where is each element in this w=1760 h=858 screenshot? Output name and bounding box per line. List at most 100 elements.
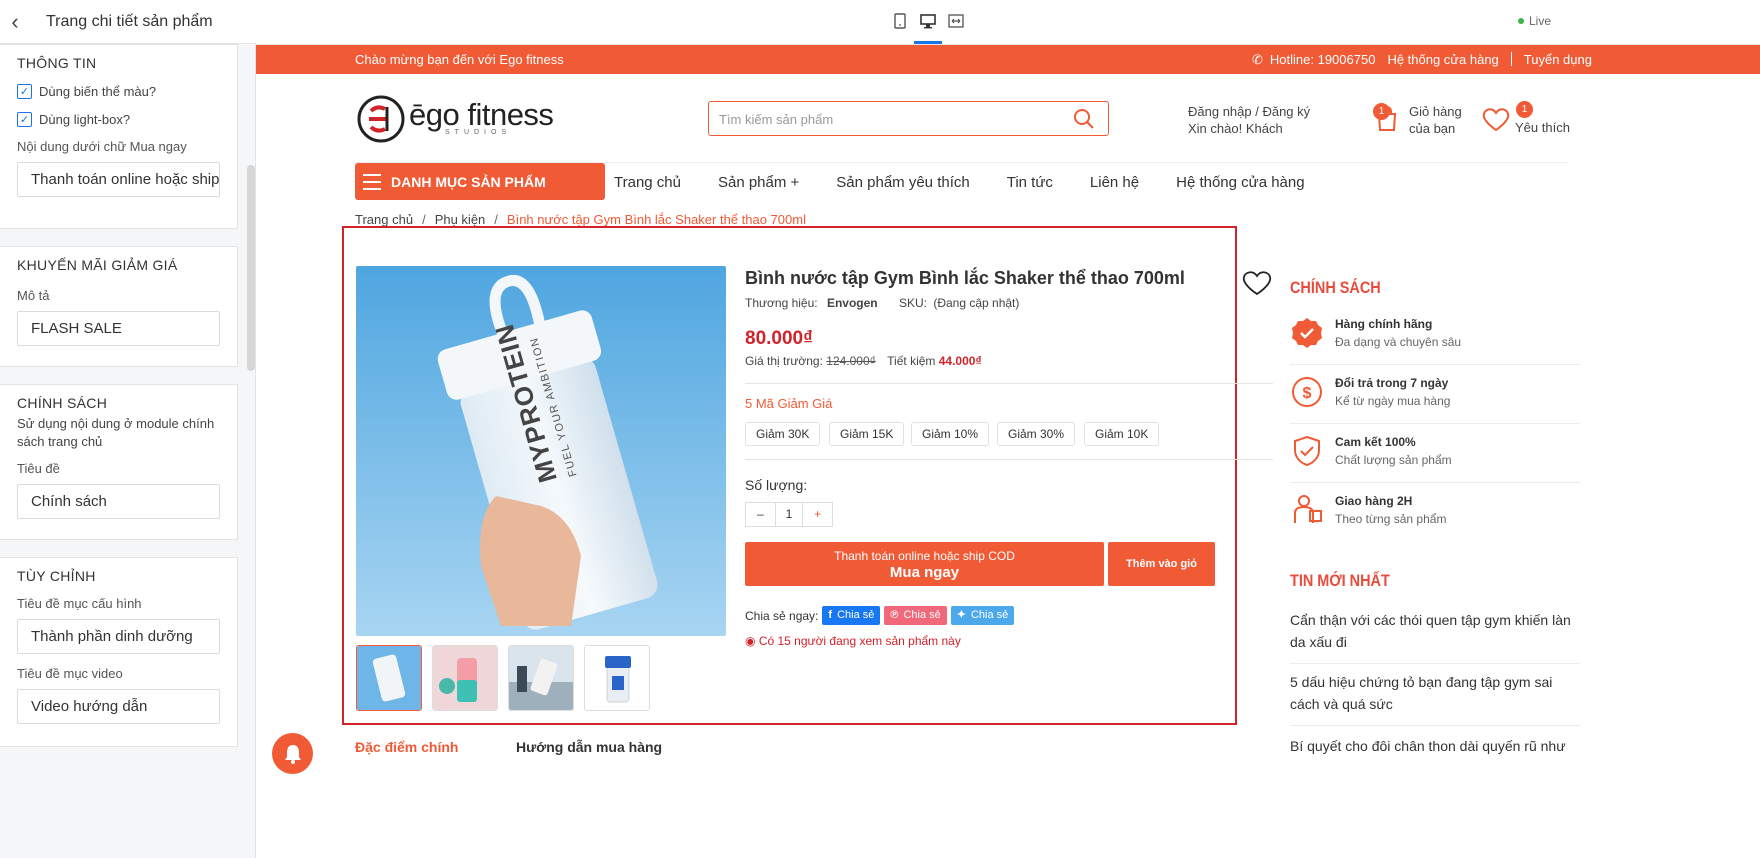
logo-sub: STUDIOS: [445, 129, 512, 136]
desktop-view-icon[interactable]: [917, 10, 939, 32]
market-price-label: Giá thị trường:: [745, 354, 823, 368]
qty-plus-button[interactable]: +: [803, 503, 832, 526]
divider: [1290, 482, 1580, 483]
fav-count-badge: 1: [1516, 101, 1533, 118]
coupon-chip[interactable]: Giảm 30K: [745, 422, 821, 446]
account-links[interactable]: Đăng nhập / Đăng ký Xin chào! Khách: [1188, 103, 1310, 137]
add-to-cart-button[interactable]: Thêm vào giỏ: [1108, 542, 1215, 586]
search-input[interactable]: Tìm kiếm sản phẩm: [719, 112, 833, 127]
logo-text: ēgo fitness: [409, 97, 554, 132]
mobile-view-icon[interactable]: [889, 10, 911, 32]
info-section: THÔNG TIN ✓ Dùng biến thể màu? ✓ Dùng li…: [0, 44, 238, 229]
product-main-image[interactable]: MYPROTEIN FUEL YOUR AMBITION: [356, 266, 726, 636]
nav-stores[interactable]: Hệ thống cửa hàng: [1176, 174, 1304, 191]
facebook-icon: f: [828, 609, 833, 621]
news-item[interactable]: Bí quyết cho đôi chân thon dài quyến rũ …: [1290, 735, 1580, 758]
back-arrow-icon[interactable]: ‹: [0, 9, 30, 35]
login-register-link[interactable]: Đăng nhập / Đăng ký: [1188, 103, 1310, 120]
news-title[interactable]: Cẩn thận với các thói quen tập gym khiến…: [1290, 609, 1580, 653]
brand-label: Thương hiệu:: [745, 296, 818, 310]
search-box[interactable]: Tìm kiếm sản phẩm: [708, 101, 1109, 136]
breadcrumb-home[interactable]: Trang chủ: [355, 212, 413, 227]
recruit-link[interactable]: Tuyển dụng: [1524, 52, 1592, 68]
buy-now-label: Mua ngay: [889, 564, 960, 581]
pinterest-share-button[interactable]: ℗ Chia sẻ: [884, 606, 947, 625]
brand-value[interactable]: Envogen: [827, 296, 878, 310]
config-title-label: Tiêu đề mục cấu hình: [17, 596, 142, 611]
favorites-button[interactable]: 1 Yêu thích: [1480, 100, 1575, 140]
editor-scrollbar[interactable]: [247, 165, 255, 371]
policy-title-input[interactable]: Chính sách: [17, 484, 220, 519]
policy-title: Đổi trả trong 7 ngày: [1335, 376, 1449, 390]
live-dot-icon: [1518, 18, 1524, 24]
save-value: 44.000₫: [938, 354, 982, 368]
buy-now-subtext: Thanh toán online hoặc ship COD: [834, 549, 1015, 563]
nav-news[interactable]: Tin tức: [1007, 174, 1053, 191]
viewing-text: Có 15 người đang xem sản phẩm này: [758, 634, 961, 648]
buy-note-input[interactable]: Thanh toán online hoặc ship COD: [17, 162, 220, 197]
quantity-label: Số lượng:: [745, 477, 808, 493]
policy-item: Hàng chính hãng Đa dạng và chuyên sâu: [1290, 316, 1580, 365]
tab-main-features[interactable]: Đặc điểm chính: [355, 739, 458, 755]
promo-desc-label: Mô tả: [17, 288, 50, 303]
coupon-chip[interactable]: Giảm 10%: [911, 422, 990, 446]
qty-input[interactable]: 1: [774, 503, 804, 526]
search-icon[interactable]: [1072, 107, 1096, 134]
nav-contact[interactable]: Liên hệ: [1090, 174, 1139, 191]
facebook-share-label: Chia sẻ: [837, 609, 875, 621]
stores-link[interactable]: Hệ thống cửa hàng: [1387, 52, 1498, 68]
wishlist-heart-icon[interactable]: [1242, 270, 1272, 299]
lightbox-checkbox[interactable]: ✓ Dùng light-box?: [17, 112, 220, 127]
twitter-icon: ✦: [956, 609, 966, 621]
hotline-link[interactable]: Hotline: 19006750: [1270, 52, 1376, 68]
editor-title: Trang chi tiết sản phẩm: [46, 12, 213, 30]
buy-now-button[interactable]: Thanh toán online hoặc ship COD Mua ngay: [745, 542, 1104, 586]
product-meta: Thương hiệu: Envogen SKU: (Đang cập nhật…: [745, 296, 1019, 310]
policy-title-label: Tiêu đề: [17, 461, 60, 476]
news-item[interactable]: Cẩn thận với các thói quen tập gym khiến…: [1290, 609, 1580, 664]
notification-bell-button[interactable]: [272, 733, 313, 774]
divider: [745, 383, 1273, 384]
qty-minus-button[interactable]: –: [746, 503, 775, 526]
news-item[interactable]: 5 dấu hiệu chứng tỏ bạn đang tập gym sai…: [1290, 671, 1580, 726]
video-title-label: Tiêu đề mục video: [17, 666, 123, 681]
tab-buying-guide[interactable]: Hướng dẫn mua hàng: [516, 739, 662, 755]
category-menu-button[interactable]: DANH MỤC SẢN PHẨM: [355, 163, 605, 200]
news-title[interactable]: 5 dấu hiệu chứng tỏ bạn đang tập gym sai…: [1290, 671, 1580, 715]
coupon-chip[interactable]: Giảm 10K: [1084, 422, 1160, 446]
breadcrumb-sep: /: [422, 212, 426, 227]
news-title[interactable]: Bí quyết cho đôi chân thon dài quyến rũ …: [1290, 735, 1580, 758]
breadcrumb-category[interactable]: Phụ kiện: [435, 212, 486, 227]
promo-desc-input[interactable]: FLASH SALE: [17, 311, 220, 346]
custom-heading: TÙY CHỈNH: [17, 568, 96, 584]
heart-icon: [1482, 108, 1510, 132]
video-title-input[interactable]: Video hướng dẫn: [17, 689, 220, 724]
coupon-chip[interactable]: Giảm 15K: [829, 422, 905, 446]
product-thumbnail[interactable]: [432, 645, 498, 711]
viewing-notice: ◉ Có 15 người đang xem sản phẩm này: [745, 634, 961, 648]
product-thumbnail[interactable]: [584, 645, 650, 711]
cart-button[interactable]: 1 Giỏ hàng của bạn: [1373, 100, 1493, 140]
product-thumbnail[interactable]: [356, 645, 422, 711]
divider: [745, 459, 1273, 460]
facebook-share-button[interactable]: f Chia sẻ: [822, 606, 881, 625]
nav-home[interactable]: Trang chủ: [614, 174, 681, 191]
config-title-input[interactable]: Thành phần dinh dưỡng: [17, 619, 220, 654]
active-view-indicator: [914, 41, 942, 44]
color-variant-checkbox[interactable]: ✓ Dùng biến thể màu?: [17, 84, 220, 99]
editor-header: ‹ Trang chi tiết sản phẩm: [0, 0, 256, 44]
ego-fitness-logo[interactable]: ēgo fitness STUDIOS: [357, 93, 554, 145]
svg-text:$: $: [1303, 385, 1312, 402]
nav-favorites[interactable]: Sản phẩm yêu thích: [836, 174, 969, 191]
policy-item: Giao hàng 2H Theo từng sản phẩm: [1290, 493, 1580, 541]
fullwidth-view-icon[interactable]: [945, 10, 967, 32]
nav-products[interactable]: Sản phẩm +: [718, 174, 799, 191]
policy-item: Cam kết 100% Chất lượng sản phẩm: [1290, 434, 1580, 483]
promo-heading: KHUYẾN MÃI GIẢM GIÁ: [17, 257, 178, 273]
cart-sublabel: của bạn: [1409, 121, 1456, 136]
product-thumbnail[interactable]: [508, 645, 574, 711]
twitter-share-button[interactable]: ✦ Chia sẻ: [950, 606, 1015, 625]
phone-icon: ✆: [1252, 52, 1263, 67]
policy-section-title: CHÍNH SÁCH: [1290, 278, 1381, 297]
coupon-chip[interactable]: Giảm 30%: [997, 422, 1076, 446]
